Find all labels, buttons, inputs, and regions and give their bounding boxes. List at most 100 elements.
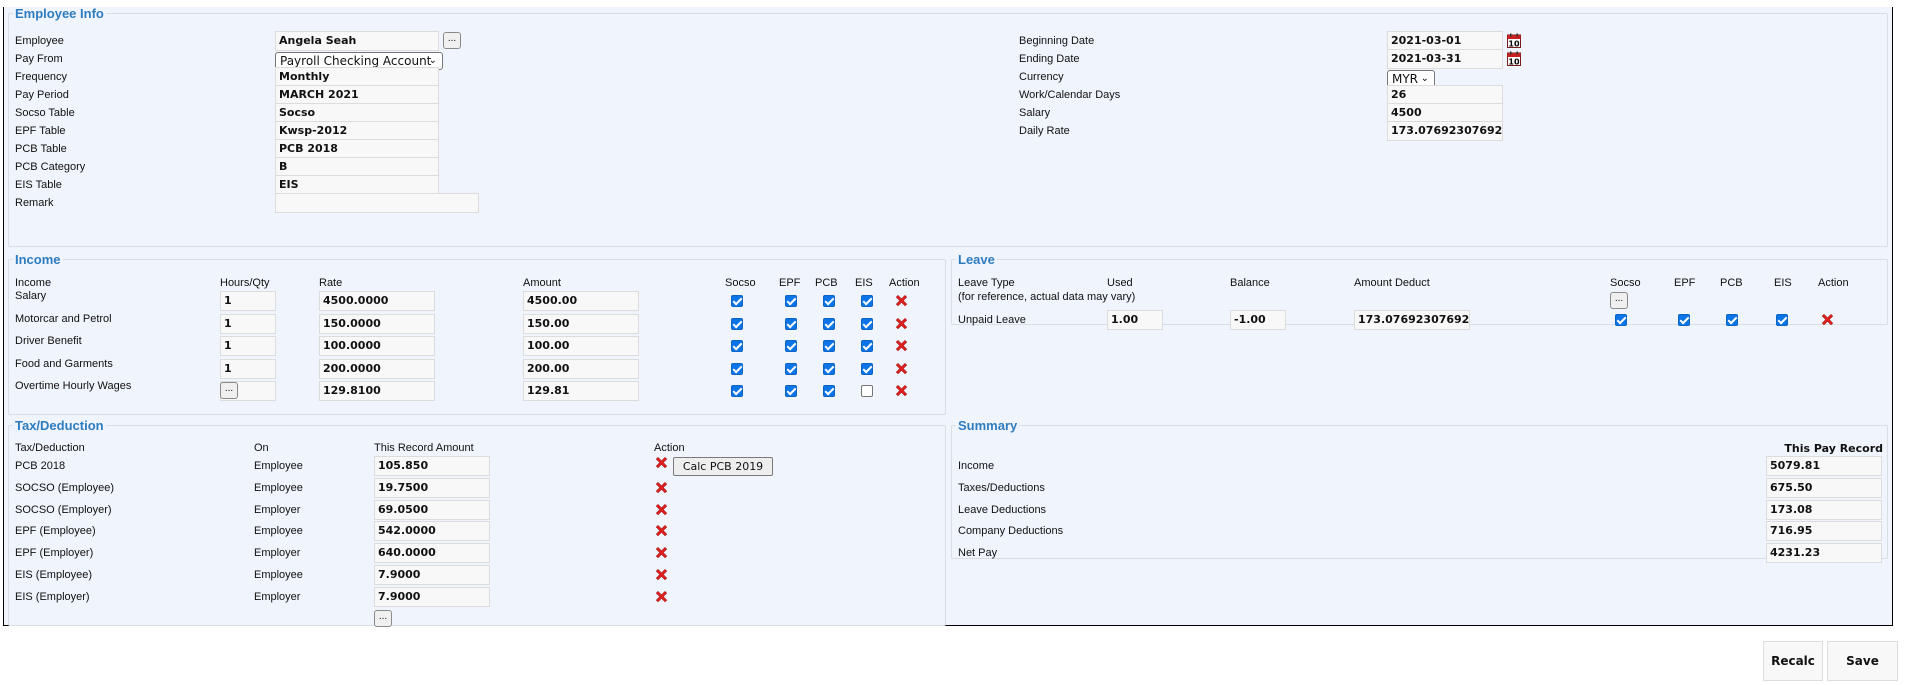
tax-amount-input[interactable]: 640.0000 xyxy=(374,543,490,564)
field-label: Socso Table xyxy=(15,107,75,119)
income-amount-input[interactable]: 4500.00 xyxy=(523,291,639,311)
recalc-button[interactable]: Recalc xyxy=(1763,641,1823,681)
pay-period-input[interactable]: MARCH 2021 xyxy=(275,85,439,105)
delete-icon[interactable] xyxy=(654,546,669,560)
delete-icon[interactable] xyxy=(654,481,669,495)
epf-checkbox[interactable] xyxy=(785,317,797,330)
pcb-checkbox[interactable] xyxy=(823,385,835,397)
socso-checkbox[interactable] xyxy=(731,385,743,397)
delete-icon[interactable] xyxy=(894,339,909,353)
delete-icon[interactable] xyxy=(894,362,909,376)
pcb-table-input[interactable]: PCB 2018 xyxy=(275,139,439,159)
eis-checkbox[interactable] xyxy=(861,385,873,397)
income-qty-input[interactable]: 1 xyxy=(220,313,276,334)
pcb-checkbox[interactable] xyxy=(823,317,835,330)
income-rate-input[interactable]: 100.0000 xyxy=(319,336,435,356)
beginning-date-input[interactable]: 2021-03-01 xyxy=(1387,31,1503,51)
eis-checkbox[interactable] xyxy=(1776,314,1788,326)
income-amount-input[interactable]: 129.81 xyxy=(523,381,639,401)
income-amount-input[interactable]: 150.00 xyxy=(523,313,639,334)
summary-label: Company Deductions xyxy=(958,525,1064,538)
work-calendar-days-input[interactable]: 26 xyxy=(1387,85,1503,105)
income-amount-input[interactable]: 100.00 xyxy=(523,336,639,356)
delete-icon[interactable] xyxy=(654,503,669,517)
epf-checkbox[interactable] xyxy=(785,385,797,397)
calc-pcb-2019-button[interactable]: Calc PCB 2019 xyxy=(673,457,773,476)
income-qty-input[interactable]: 1 xyxy=(220,358,276,379)
employee-input[interactable]: Angela Seah xyxy=(275,31,439,51)
pcb-checkbox[interactable] xyxy=(823,362,835,375)
income-qty-input[interactable]: 1 xyxy=(220,291,276,311)
epf-checkbox[interactable] xyxy=(785,295,797,307)
add-tax-button[interactable]: ... xyxy=(374,610,392,627)
epf-checkbox[interactable] xyxy=(785,340,797,352)
leave-balance-input[interactable]: -1.00 xyxy=(1230,310,1286,330)
leave-used-input[interactable]: 1.00 xyxy=(1107,310,1163,330)
calendar-icon[interactable]: 10 xyxy=(1507,33,1521,49)
add-leave-button[interactable]: ... xyxy=(1610,292,1628,309)
tax-amount-input[interactable]: 7.9000 xyxy=(374,586,490,607)
summary-legend: Summary xyxy=(958,418,1018,433)
daily-rate-input[interactable]: 173.07692307692 xyxy=(1387,121,1503,141)
eis-table-input[interactable]: EIS xyxy=(275,175,439,195)
summary-value: 5079.81 xyxy=(1766,456,1882,476)
income-rate-input[interactable]: 129.8100 xyxy=(319,381,435,401)
pcb-checkbox[interactable] xyxy=(823,340,835,352)
socso-checkbox[interactable] xyxy=(731,295,743,307)
income-rate-input[interactable]: 150.0000 xyxy=(319,313,435,334)
income-amount-input[interactable]: 200.00 xyxy=(523,358,639,379)
epf-table-input[interactable]: Kwsp-2012 xyxy=(275,121,439,141)
col-header-action: Action xyxy=(1818,277,1849,289)
eis-checkbox[interactable] xyxy=(861,362,873,375)
eis-checkbox[interactable] xyxy=(861,317,873,330)
pcb-checkbox[interactable] xyxy=(1726,314,1738,326)
leave-amount-input[interactable]: 173.07692307692 xyxy=(1354,310,1470,330)
frequency-input[interactable]: Monthly xyxy=(275,67,439,87)
socso-table-input[interactable]: Socso xyxy=(275,103,439,123)
tax-on: Employer xyxy=(254,503,301,516)
tax-amount-input[interactable]: 19.7500 xyxy=(374,477,490,498)
delete-icon[interactable] xyxy=(654,456,669,470)
socso-checkbox[interactable] xyxy=(731,317,743,330)
socso-checkbox[interactable] xyxy=(1615,314,1627,326)
ending-date-input[interactable]: 2021-03-31 xyxy=(1387,49,1503,69)
calendar-icon[interactable]: 10 xyxy=(1507,51,1521,67)
delete-icon[interactable] xyxy=(894,384,909,398)
eis-checkbox[interactable] xyxy=(861,295,873,307)
save-button[interactable]: Save xyxy=(1827,641,1898,681)
delete-icon[interactable] xyxy=(654,568,669,582)
income-rate-input[interactable]: 4500.0000 xyxy=(319,291,435,311)
delete-icon[interactable] xyxy=(1820,313,1835,327)
tax-amount-input[interactable]: 7.9000 xyxy=(374,565,490,585)
tax-name: EIS (Employee) xyxy=(15,569,93,581)
socso-checkbox[interactable] xyxy=(731,340,743,352)
eis-checkbox[interactable] xyxy=(861,340,873,352)
income-qty-input[interactable]: 1 xyxy=(220,336,276,356)
delete-icon[interactable] xyxy=(894,294,909,308)
pcb-category-input[interactable]: B xyxy=(275,157,439,177)
socso-checkbox[interactable] xyxy=(731,362,743,375)
tax-legend: Tax/Deduction xyxy=(15,418,104,433)
pcb-checkbox[interactable] xyxy=(823,295,835,307)
salary-input[interactable]: 4500 xyxy=(1387,103,1503,123)
income-rate-input[interactable]: 200.0000 xyxy=(319,358,435,379)
svg-text:10: 10 xyxy=(1508,40,1520,49)
income-name: Motorcar and Petrol xyxy=(15,312,112,325)
epf-checkbox[interactable] xyxy=(1678,314,1690,326)
delete-icon[interactable] xyxy=(894,317,909,331)
tax-amount-input[interactable]: 105.850 xyxy=(374,456,490,476)
field-label: PCB Category xyxy=(15,161,86,173)
delete-icon[interactable] xyxy=(654,590,669,604)
summary-column-header: This Pay Record xyxy=(1784,442,1883,455)
remark-input[interactable] xyxy=(275,193,479,213)
tax-name: SOCSO (Employee) xyxy=(15,481,115,494)
delete-icon[interactable] xyxy=(654,524,669,538)
field-label: Ending Date xyxy=(1019,53,1080,65)
employee-lookup-button[interactable]: ... xyxy=(443,32,461,49)
epf-checkbox[interactable] xyxy=(785,362,797,375)
add-income-button[interactable]: ... xyxy=(220,382,238,399)
svg-text:10: 10 xyxy=(1508,58,1520,67)
tax-amount-input[interactable]: 69.0500 xyxy=(374,499,490,520)
col-header-rate: Rate xyxy=(319,277,343,289)
tax-amount-input[interactable]: 542.0000 xyxy=(374,521,490,542)
